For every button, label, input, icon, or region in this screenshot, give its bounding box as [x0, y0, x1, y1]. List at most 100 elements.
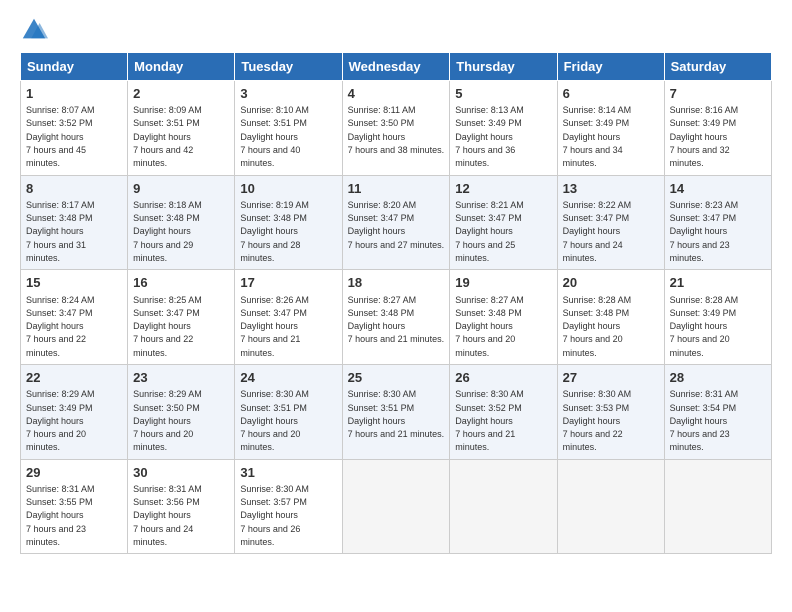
- day-number: 14: [670, 180, 766, 198]
- calendar-header-monday: Monday: [128, 53, 235, 81]
- day-number: 26: [455, 369, 551, 387]
- calendar-cell-14: 14 Sunrise: 8:23 AMSunset: 3:47 PMDaylig…: [664, 175, 771, 270]
- calendar-header-friday: Friday: [557, 53, 664, 81]
- day-number: 25: [348, 369, 445, 387]
- day-number: 31: [240, 464, 336, 482]
- day-info: Sunrise: 8:30 AMSunset: 3:53 PMDaylight …: [563, 389, 632, 452]
- calendar-week-5: 29 Sunrise: 8:31 AMSunset: 3:55 PMDaylig…: [21, 459, 772, 554]
- calendar-cell-24: 24 Sunrise: 8:30 AMSunset: 3:51 PMDaylig…: [235, 365, 342, 460]
- calendar-cell-25: 25 Sunrise: 8:30 AMSunset: 3:51 PMDaylig…: [342, 365, 450, 460]
- calendar-cell-27: 27 Sunrise: 8:30 AMSunset: 3:53 PMDaylig…: [557, 365, 664, 460]
- day-info: Sunrise: 8:28 AMSunset: 3:49 PMDaylight …: [670, 295, 739, 358]
- day-info: Sunrise: 8:11 AMSunset: 3:50 PMDaylight …: [348, 105, 445, 155]
- day-info: Sunrise: 8:30 AMSunset: 3:51 PMDaylight …: [348, 389, 445, 439]
- day-number: 27: [563, 369, 659, 387]
- day-info: Sunrise: 8:30 AMSunset: 3:51 PMDaylight …: [240, 389, 309, 452]
- day-info: Sunrise: 8:07 AMSunset: 3:52 PMDaylight …: [26, 105, 95, 168]
- day-number: 11: [348, 180, 445, 198]
- calendar-cell-7: 7 Sunrise: 8:16 AMSunset: 3:49 PMDayligh…: [664, 81, 771, 176]
- day-number: 22: [26, 369, 122, 387]
- calendar-week-1: 1 Sunrise: 8:07 AMSunset: 3:52 PMDayligh…: [21, 81, 772, 176]
- day-info: Sunrise: 8:21 AMSunset: 3:47 PMDaylight …: [455, 200, 524, 263]
- page: SundayMondayTuesdayWednesdayThursdayFrid…: [0, 0, 792, 612]
- calendar-cell-11: 11 Sunrise: 8:20 AMSunset: 3:47 PMDaylig…: [342, 175, 450, 270]
- day-info: Sunrise: 8:13 AMSunset: 3:49 PMDaylight …: [455, 105, 524, 168]
- calendar-header-tuesday: Tuesday: [235, 53, 342, 81]
- day-info: Sunrise: 8:27 AMSunset: 3:48 PMDaylight …: [455, 295, 524, 358]
- calendar-header-sunday: Sunday: [21, 53, 128, 81]
- day-number: 8: [26, 180, 122, 198]
- day-info: Sunrise: 8:24 AMSunset: 3:47 PMDaylight …: [26, 295, 95, 358]
- calendar-cell-empty: [342, 459, 450, 554]
- day-number: 28: [670, 369, 766, 387]
- day-info: Sunrise: 8:09 AMSunset: 3:51 PMDaylight …: [133, 105, 202, 168]
- day-number: 3: [240, 85, 336, 103]
- calendar-cell-9: 9 Sunrise: 8:18 AMSunset: 3:48 PMDayligh…: [128, 175, 235, 270]
- calendar-cell-29: 29 Sunrise: 8:31 AMSunset: 3:55 PMDaylig…: [21, 459, 128, 554]
- day-info: Sunrise: 8:31 AMSunset: 3:55 PMDaylight …: [26, 484, 95, 547]
- day-number: 24: [240, 369, 336, 387]
- logo: [20, 16, 52, 44]
- day-number: 21: [670, 274, 766, 292]
- calendar-header-thursday: Thursday: [450, 53, 557, 81]
- logo-icon: [20, 16, 48, 44]
- calendar-table: SundayMondayTuesdayWednesdayThursdayFrid…: [20, 52, 772, 554]
- calendar-cell-4: 4 Sunrise: 8:11 AMSunset: 3:50 PMDayligh…: [342, 81, 450, 176]
- calendar-cell-16: 16 Sunrise: 8:25 AMSunset: 3:47 PMDaylig…: [128, 270, 235, 365]
- calendar-cell-19: 19 Sunrise: 8:27 AMSunset: 3:48 PMDaylig…: [450, 270, 557, 365]
- day-info: Sunrise: 8:26 AMSunset: 3:47 PMDaylight …: [240, 295, 309, 358]
- day-info: Sunrise: 8:31 AMSunset: 3:54 PMDaylight …: [670, 389, 739, 452]
- calendar-header-row: SundayMondayTuesdayWednesdayThursdayFrid…: [21, 53, 772, 81]
- calendar-week-2: 8 Sunrise: 8:17 AMSunset: 3:48 PMDayligh…: [21, 175, 772, 270]
- day-number: 6: [563, 85, 659, 103]
- calendar-week-4: 22 Sunrise: 8:29 AMSunset: 3:49 PMDaylig…: [21, 365, 772, 460]
- calendar-header-saturday: Saturday: [664, 53, 771, 81]
- calendar-cell-8: 8 Sunrise: 8:17 AMSunset: 3:48 PMDayligh…: [21, 175, 128, 270]
- calendar-cell-26: 26 Sunrise: 8:30 AMSunset: 3:52 PMDaylig…: [450, 365, 557, 460]
- calendar-cell-17: 17 Sunrise: 8:26 AMSunset: 3:47 PMDaylig…: [235, 270, 342, 365]
- day-number: 13: [563, 180, 659, 198]
- day-info: Sunrise: 8:18 AMSunset: 3:48 PMDaylight …: [133, 200, 202, 263]
- day-info: Sunrise: 8:10 AMSunset: 3:51 PMDaylight …: [240, 105, 309, 168]
- calendar-cell-empty: [450, 459, 557, 554]
- day-info: Sunrise: 8:30 AMSunset: 3:52 PMDaylight …: [455, 389, 524, 452]
- header: [20, 16, 772, 44]
- day-number: 23: [133, 369, 229, 387]
- day-number: 10: [240, 180, 336, 198]
- day-info: Sunrise: 8:22 AMSunset: 3:47 PMDaylight …: [563, 200, 632, 263]
- calendar-cell-empty: [557, 459, 664, 554]
- day-number: 4: [348, 85, 445, 103]
- day-number: 17: [240, 274, 336, 292]
- day-number: 19: [455, 274, 551, 292]
- day-number: 12: [455, 180, 551, 198]
- calendar-cell-5: 5 Sunrise: 8:13 AMSunset: 3:49 PMDayligh…: [450, 81, 557, 176]
- day-info: Sunrise: 8:30 AMSunset: 3:57 PMDaylight …: [240, 484, 309, 547]
- calendar-cell-28: 28 Sunrise: 8:31 AMSunset: 3:54 PMDaylig…: [664, 365, 771, 460]
- day-info: Sunrise: 8:20 AMSunset: 3:47 PMDaylight …: [348, 200, 445, 250]
- calendar-cell-2: 2 Sunrise: 8:09 AMSunset: 3:51 PMDayligh…: [128, 81, 235, 176]
- calendar-cell-30: 30 Sunrise: 8:31 AMSunset: 3:56 PMDaylig…: [128, 459, 235, 554]
- calendar-cell-13: 13 Sunrise: 8:22 AMSunset: 3:47 PMDaylig…: [557, 175, 664, 270]
- day-info: Sunrise: 8:27 AMSunset: 3:48 PMDaylight …: [348, 295, 445, 345]
- calendar-header-wednesday: Wednesday: [342, 53, 450, 81]
- calendar-cell-10: 10 Sunrise: 8:19 AMSunset: 3:48 PMDaylig…: [235, 175, 342, 270]
- day-info: Sunrise: 8:29 AMSunset: 3:50 PMDaylight …: [133, 389, 202, 452]
- day-number: 9: [133, 180, 229, 198]
- calendar-cell-21: 21 Sunrise: 8:28 AMSunset: 3:49 PMDaylig…: [664, 270, 771, 365]
- calendar-cell-1: 1 Sunrise: 8:07 AMSunset: 3:52 PMDayligh…: [21, 81, 128, 176]
- calendar-cell-15: 15 Sunrise: 8:24 AMSunset: 3:47 PMDaylig…: [21, 270, 128, 365]
- calendar-cell-20: 20 Sunrise: 8:28 AMSunset: 3:48 PMDaylig…: [557, 270, 664, 365]
- calendar-cell-empty: [664, 459, 771, 554]
- day-number: 7: [670, 85, 766, 103]
- day-info: Sunrise: 8:17 AMSunset: 3:48 PMDaylight …: [26, 200, 95, 263]
- calendar-cell-3: 3 Sunrise: 8:10 AMSunset: 3:51 PMDayligh…: [235, 81, 342, 176]
- calendar-cell-31: 31 Sunrise: 8:30 AMSunset: 3:57 PMDaylig…: [235, 459, 342, 554]
- day-info: Sunrise: 8:31 AMSunset: 3:56 PMDaylight …: [133, 484, 202, 547]
- day-number: 20: [563, 274, 659, 292]
- calendar-cell-22: 22 Sunrise: 8:29 AMSunset: 3:49 PMDaylig…: [21, 365, 128, 460]
- day-info: Sunrise: 8:29 AMSunset: 3:49 PMDaylight …: [26, 389, 95, 452]
- day-number: 2: [133, 85, 229, 103]
- calendar-cell-12: 12 Sunrise: 8:21 AMSunset: 3:47 PMDaylig…: [450, 175, 557, 270]
- calendar-cell-18: 18 Sunrise: 8:27 AMSunset: 3:48 PMDaylig…: [342, 270, 450, 365]
- day-number: 5: [455, 85, 551, 103]
